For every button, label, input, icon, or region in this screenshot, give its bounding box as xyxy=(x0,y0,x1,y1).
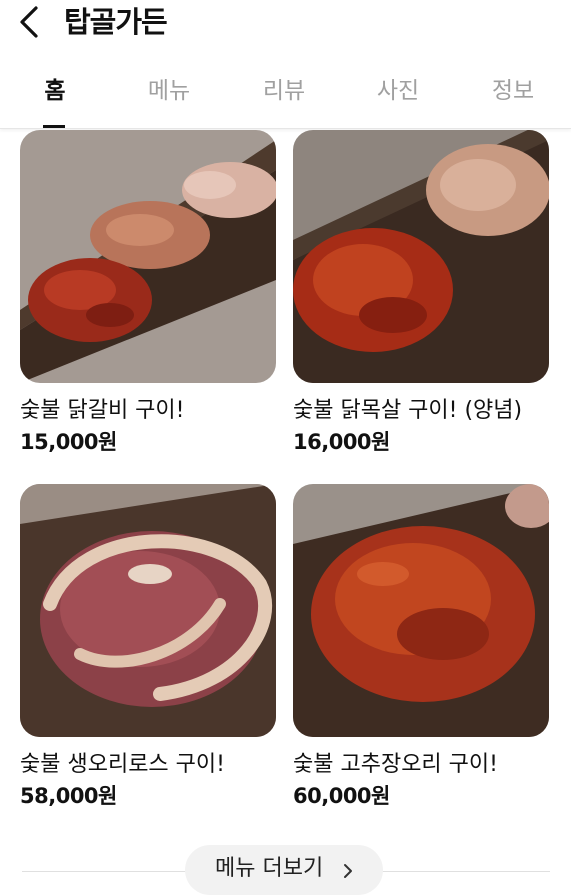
back-button[interactable] xyxy=(14,4,48,40)
menu-item-photo xyxy=(20,130,276,383)
menu-item-name: 숯불 닭갈비 구이! xyxy=(20,398,185,423)
tab-home[interactable]: 홈 xyxy=(10,76,100,106)
chevron-right-icon xyxy=(344,864,352,878)
menu-item-card[interactable]: 숯불 닭갈비 구이! 15,000원 xyxy=(20,130,276,454)
menu-item-name: 숯불 닭목살 구이! (양념) xyxy=(293,398,523,423)
tab-bar: 홈 메뉴 리뷰 사진 정보 xyxy=(0,66,571,129)
menu-item-card[interactable]: 숯불 생오리로스 구이! 58,000원 xyxy=(20,484,276,808)
menu-item-price: 60,000원 xyxy=(293,784,390,808)
menu-item-photo xyxy=(293,130,549,383)
menu-item-photo xyxy=(293,484,549,737)
menu-item-price: 15,000원 xyxy=(20,430,117,454)
menu-item-card[interactable]: 숯불 고추장오리 구이! 60,000원 xyxy=(293,484,549,808)
more-menu-label: 메뉴 더보기 xyxy=(215,856,324,881)
menu-item-name: 숯불 생오리로스 구이! xyxy=(20,752,225,777)
menu-item-card[interactable]: 숯불 닭목살 구이! (양념) 16,000원 xyxy=(293,130,549,454)
store-title: 탑골가든 xyxy=(64,5,168,39)
top-app-bar: 탑골가든 xyxy=(0,0,571,48)
tab-menu[interactable]: 메뉴 xyxy=(124,76,214,106)
menu-item-name: 숯불 고추장오리 구이! xyxy=(293,752,498,777)
chevron-left-icon xyxy=(20,6,38,38)
tab-reviews[interactable]: 리뷰 xyxy=(239,76,329,106)
active-tab-indicator xyxy=(43,125,65,128)
tab-photos[interactable]: 사진 xyxy=(353,76,443,106)
menu-item-photo xyxy=(20,484,276,737)
menu-item-price: 16,000원 xyxy=(293,430,390,454)
menu-item-price: 58,000원 xyxy=(20,784,117,808)
more-menu-button[interactable]: 메뉴 더보기 xyxy=(185,845,383,895)
tab-info[interactable]: 정보 xyxy=(468,76,558,106)
